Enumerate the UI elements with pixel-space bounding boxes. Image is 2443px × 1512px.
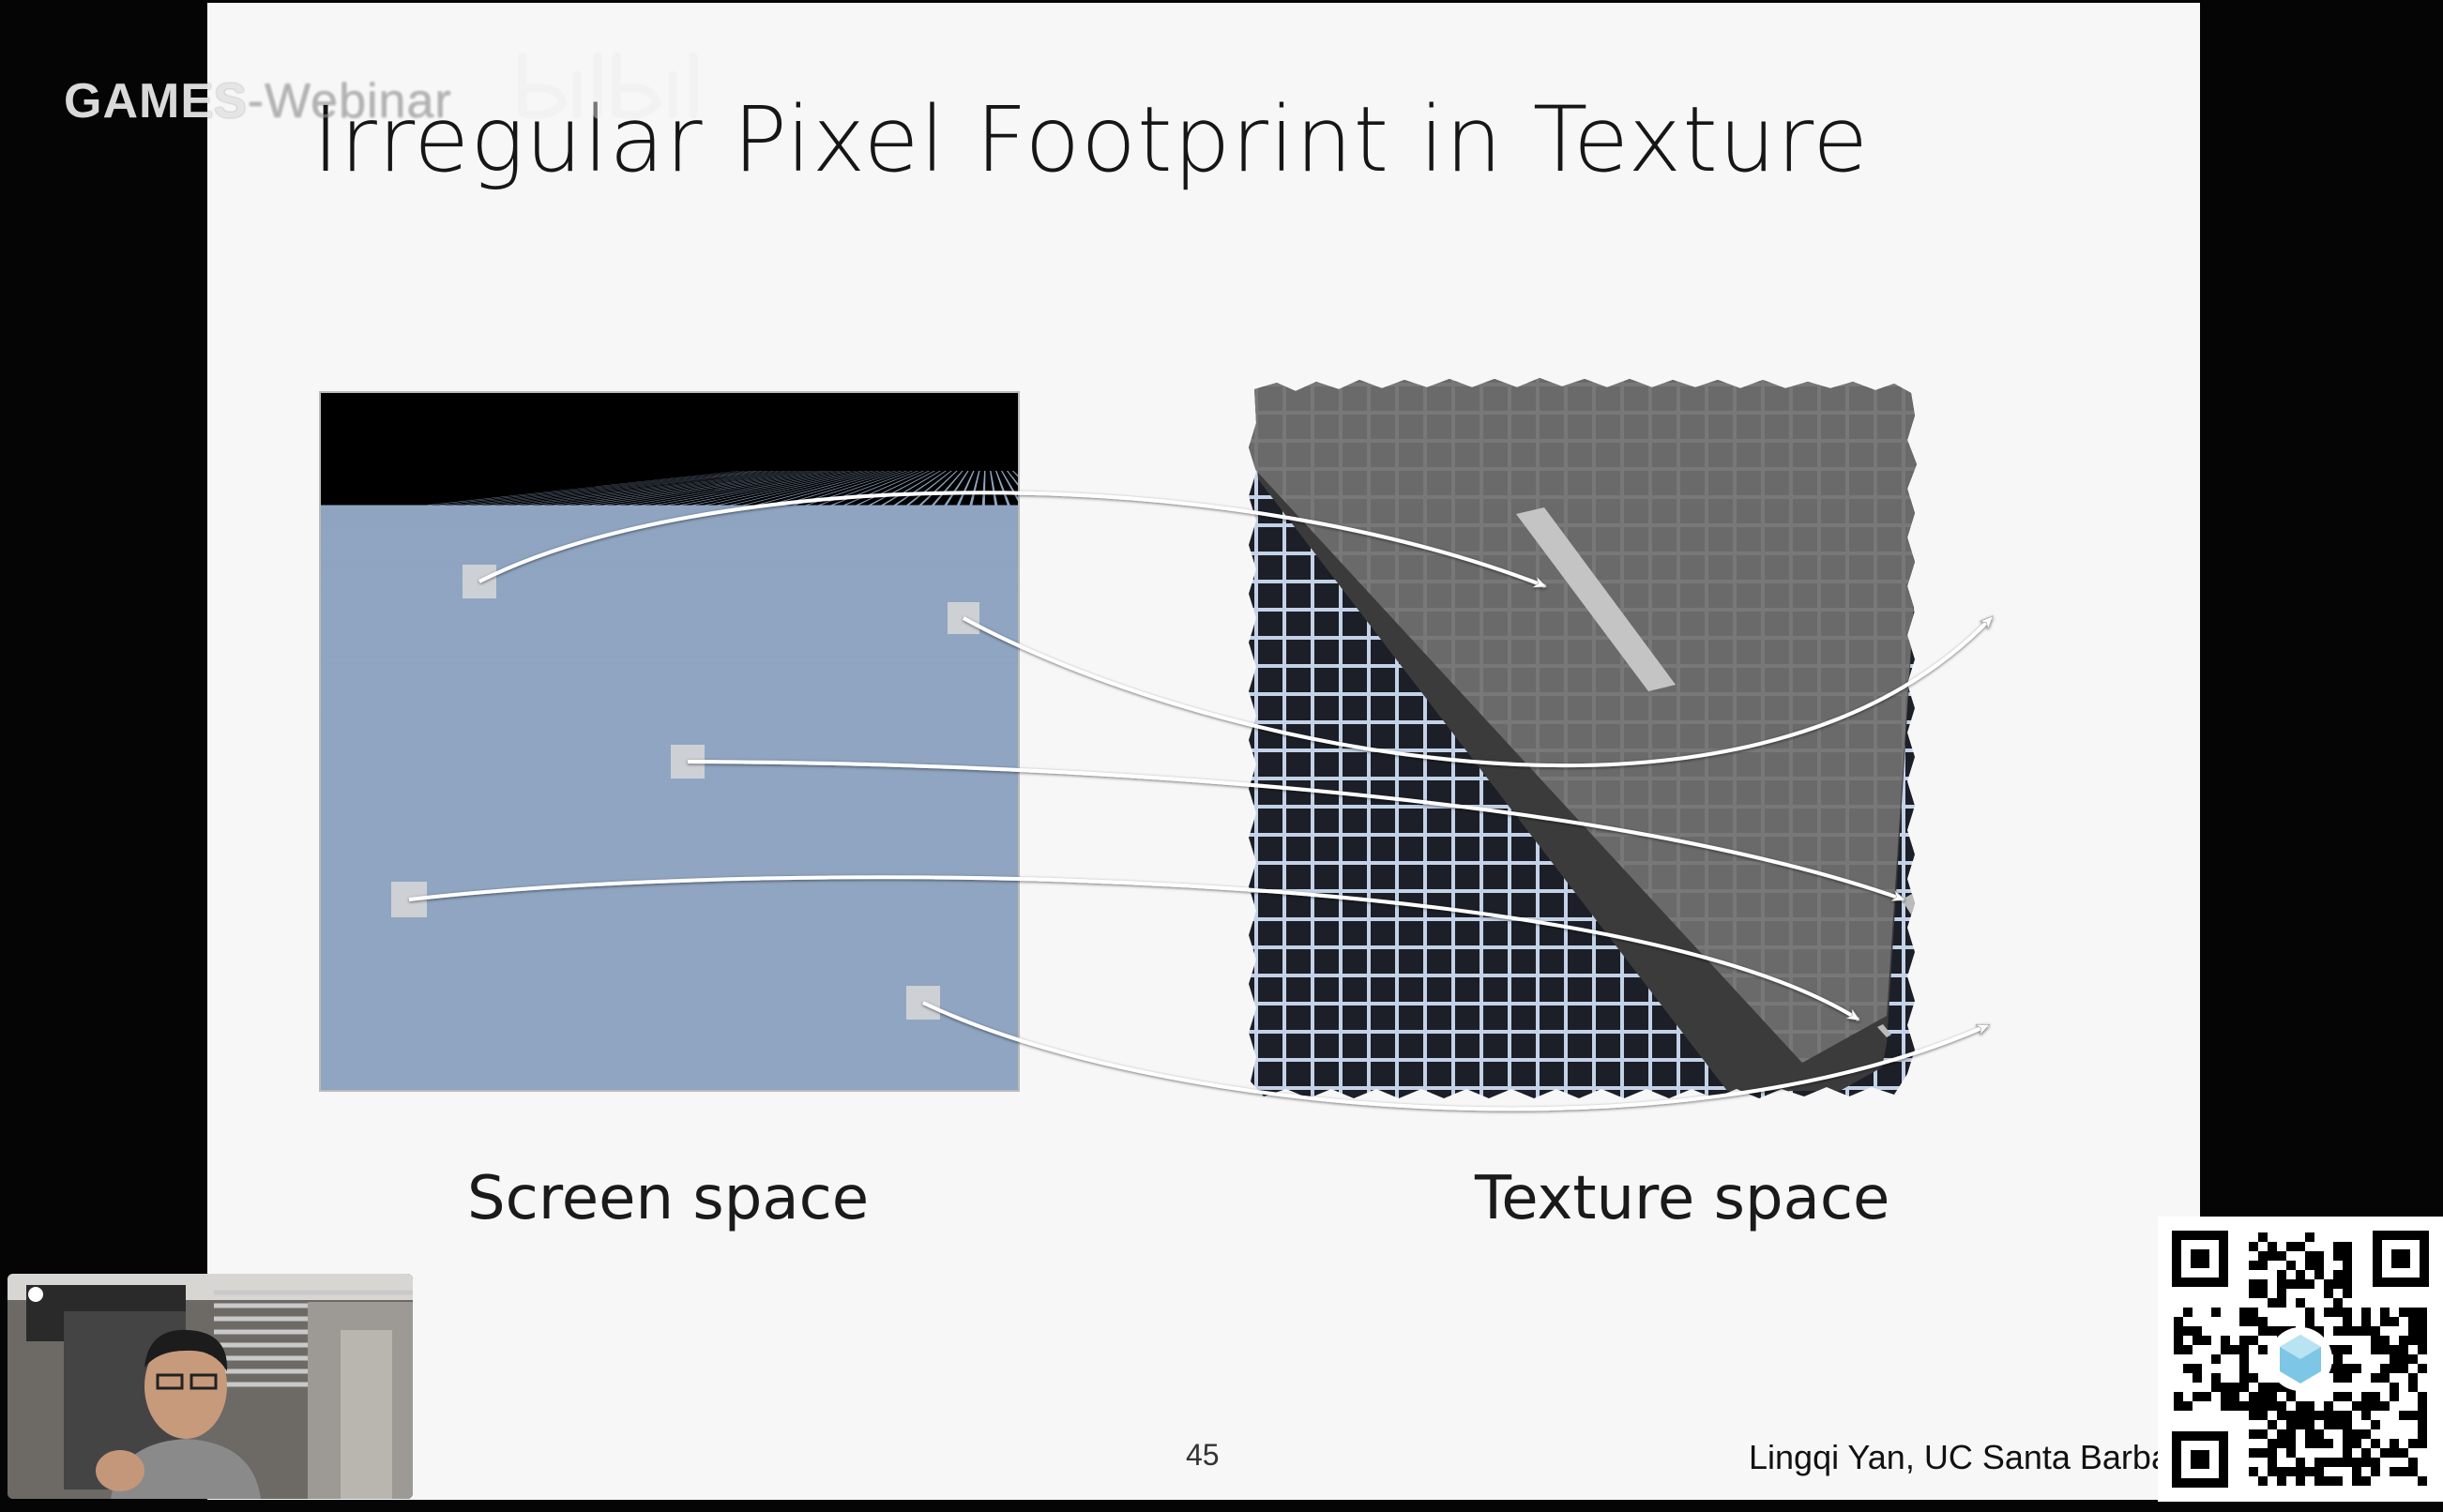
caption-texture-space: Texture space [1475,1164,1890,1233]
qr-code-icon [2158,1217,2443,1502]
figure-screen-to-texture [319,378,2200,1111]
presenter-webcam [8,1274,413,1499]
caption-screen-space: Screen space [467,1164,870,1233]
stream-watermark: GAMES-Webinar [64,73,452,129]
texture-space-panel [1249,378,2024,1098]
video-frame: Irregular Pixel Footprint in Texture Scr… [0,0,2443,1512]
page-number: 45 [1186,1438,1220,1472]
bilibili-logo-icon [518,52,698,119]
slide-credit: Lingqi Yan, UC Santa Barbara [1749,1438,2200,1476]
lecture-slide: Irregular Pixel Footprint in Texture Scr… [207,3,2200,1500]
watermark-bold: GAMES [64,74,248,129]
watermark-faded: -Webinar [247,74,452,129]
footprint-tall-thin [2004,545,2024,659]
